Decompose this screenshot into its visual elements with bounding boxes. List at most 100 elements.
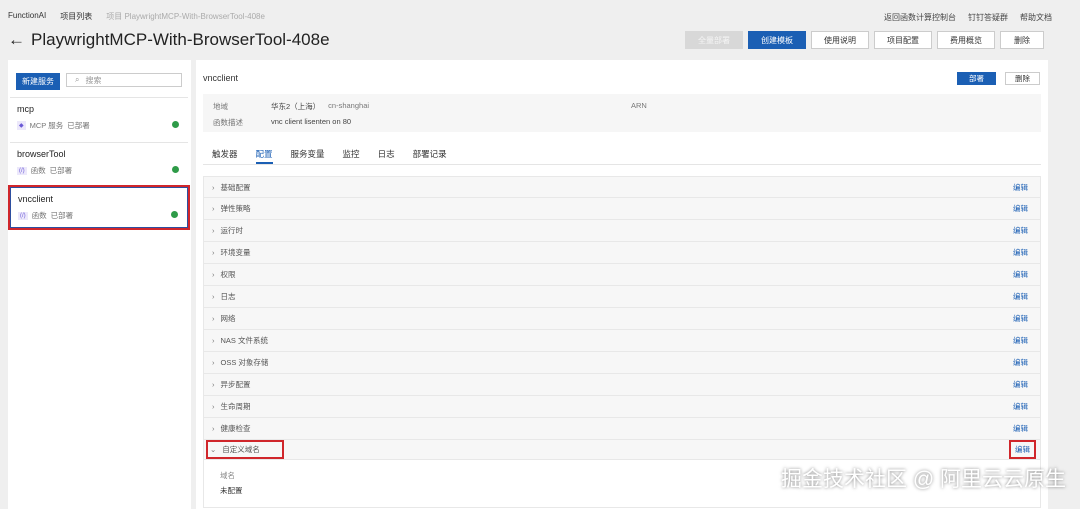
config-row-label: 生命周期 <box>220 402 251 411</box>
edit-link[interactable]: 编辑 <box>1013 203 1028 214</box>
watermark: 掘金技术社区 @ 阿里云云原生 <box>781 468 1066 491</box>
config-row-label: OSS 对象存储 <box>220 358 269 367</box>
tab-bar: 触发器 配置 服务变量 监控 日志 部署记录 <box>203 143 1041 165</box>
search-input[interactable]: ⌕ 搜索 <box>66 73 182 87</box>
config-row-label: NAS 文件系统 <box>220 336 269 345</box>
edit-link[interactable]: 编辑 <box>1013 291 1028 302</box>
service-item-vncclient[interactable]: vncclient (/) 函数 已部署 <box>8 185 190 230</box>
edit-link[interactable]: 编辑 <box>1013 313 1028 324</box>
cost-button[interactable]: 费用概览 <box>937 31 995 49</box>
project-config-button[interactable]: 项目配置 <box>874 31 932 49</box>
config-row-label: 异步配置 <box>220 380 251 389</box>
service-type: 函数 <box>31 211 47 220</box>
service-type: 函数 <box>30 166 46 175</box>
chevron-down-icon: ⌄ <box>210 445 217 454</box>
breadcrumb-projects[interactable]: 项目列表 <box>60 11 92 22</box>
chevron-right-icon: › <box>212 270 215 279</box>
region-value: 华东2（上海） <box>271 102 321 111</box>
deployed-check-icon <box>171 211 178 218</box>
tab-config[interactable]: 配置 <box>255 143 273 164</box>
top-links: 返回函数计算控制台 钉钉答疑群 帮助文档 <box>884 12 1052 23</box>
edit-link[interactable]: 编辑 <box>1013 182 1028 193</box>
config-row[interactable]: › 日志 编辑 <box>203 286 1041 308</box>
config-row[interactable]: › 健康检查 编辑 <box>203 418 1041 440</box>
deployed-check-icon <box>172 121 179 128</box>
config-row[interactable]: › 基础配置 编辑 <box>203 176 1041 198</box>
edit-link[interactable]: 编辑 <box>1013 357 1028 368</box>
chevron-right-icon: › <box>212 402 215 411</box>
config-row-label: ⌄ 自定义域名 <box>206 440 284 459</box>
edit-link[interactable]: 编辑 <box>1013 269 1028 280</box>
chevron-right-icon: › <box>212 424 215 433</box>
config-row-label: 环境变量 <box>220 248 251 257</box>
config-row-expanded[interactable]: ⌄ 自定义域名 编辑 <box>203 440 1041 460</box>
edit-link[interactable]: 编辑 <box>1009 440 1036 459</box>
config-row-label: 权限 <box>220 270 236 279</box>
chevron-right-icon: › <box>212 226 215 235</box>
service-item-mcp[interactable]: mcp ◆ MCP 服务 已部署 <box>10 97 188 137</box>
service-name: vncclient <box>18 194 54 204</box>
config-row[interactable]: › 弹性策略 编辑 <box>203 198 1041 220</box>
tab-monitor[interactable]: 监控 <box>343 143 360 164</box>
edit-link[interactable]: 编辑 <box>1013 379 1028 390</box>
breadcrumb-current: 项目 PlaywrightMCP-With-BrowserTool-408e <box>106 12 265 21</box>
deployed-check-icon <box>172 166 179 173</box>
edit-link[interactable]: 编辑 <box>1013 225 1028 236</box>
arn-label: ARN <box>631 101 647 110</box>
link-dingtalk[interactable]: 钉钉答疑群 <box>968 12 1008 23</box>
config-row[interactable]: › 生命周期 编辑 <box>203 396 1041 418</box>
new-service-button[interactable]: 新建服务 <box>16 73 60 90</box>
region-label: 地域 <box>213 102 228 111</box>
tab-triggers[interactable]: 触发器 <box>212 143 238 164</box>
tab-deploy-history[interactable]: 部署记录 <box>413 143 447 164</box>
edit-link[interactable]: 编辑 <box>1013 423 1028 434</box>
delete-button[interactable]: 删除 <box>1005 72 1040 85</box>
config-row-label: 基础配置 <box>220 182 251 192</box>
config-row-label: 弹性策略 <box>220 204 251 213</box>
search-icon: ⌕ <box>75 75 80 84</box>
config-row[interactable]: › NAS 文件系统 编辑 <box>203 330 1041 352</box>
expanded-title: 自定义域名 <box>222 445 260 454</box>
config-row[interactable]: › 网络 编辑 <box>203 308 1041 330</box>
service-detail: vncclient 部署 删除 地域 华东2（上海） cn-shanghai ARN… <box>196 60 1048 509</box>
deploy-all-button[interactable]: 全量部署 <box>685 31 743 49</box>
config-row[interactable]: › 权限 编辑 <box>203 264 1041 286</box>
region-id: cn-shanghai <box>328 101 370 110</box>
tab-variables[interactable]: 服务变量 <box>291 143 325 164</box>
search-placeholder: 搜索 <box>85 75 102 85</box>
config-row[interactable]: › 异步配置 编辑 <box>203 374 1041 396</box>
back-arrow-icon[interactable]: ← <box>8 30 25 50</box>
config-row[interactable]: › 运行时 编辑 <box>203 220 1041 242</box>
deploy-button[interactable]: 部署 <box>957 72 996 85</box>
chevron-right-icon: › <box>212 182 215 192</box>
service-name: browserTool <box>17 149 66 159</box>
config-row-label: 运行时 <box>220 226 244 235</box>
desc-value: vnc client lisenten on 80 <box>271 117 352 126</box>
function-icon: (/) <box>17 166 27 175</box>
edit-link[interactable]: 编辑 <box>1013 401 1028 412</box>
usage-button[interactable]: 使用说明 <box>811 31 869 49</box>
breadcrumb-home[interactable]: FunctionAI <box>8 11 46 22</box>
breadcrumb: FunctionAI 项目列表 项目 PlaywrightMCP-With-Br… <box>8 11 265 22</box>
link-help[interactable]: 帮助文档 <box>1020 12 1052 23</box>
config-row[interactable]: › OSS 对象存储 编辑 <box>203 352 1041 374</box>
function-icon: (/) <box>18 211 28 220</box>
delete-project-button[interactable]: 删除 <box>1000 31 1044 49</box>
edit-link[interactable]: 编辑 <box>1013 247 1028 258</box>
info-panel: 地域 华东2（上海） cn-shanghai ARN 函数描述 vnc client … <box>203 94 1041 132</box>
chevron-right-icon: › <box>212 358 215 367</box>
service-status: 已部署 <box>49 166 73 175</box>
desc-label: 函数描述 <box>213 118 243 127</box>
config-row-label: 日志 <box>220 292 236 301</box>
tab-logs[interactable]: 日志 <box>378 143 395 164</box>
create-template-button[interactable]: 创建模板 <box>748 31 806 49</box>
service-sidebar: 新建服务 ⌕ 搜索 mcp ◆ MCP 服务 已部署 browserTool (/) 函… <box>8 60 191 509</box>
service-item-browsertool[interactable]: browserTool (/) 函数 已部署 <box>10 142 188 182</box>
function-name: vncclient <box>203 73 239 83</box>
service-status: 已部署 <box>50 211 74 220</box>
chevron-right-icon: › <box>212 314 215 323</box>
edit-link[interactable]: 编辑 <box>1013 335 1028 346</box>
config-row-label: 网络 <box>220 314 236 323</box>
config-row[interactable]: › 环境变量 编辑 <box>203 242 1041 264</box>
link-console[interactable]: 返回函数计算控制台 <box>884 12 956 23</box>
